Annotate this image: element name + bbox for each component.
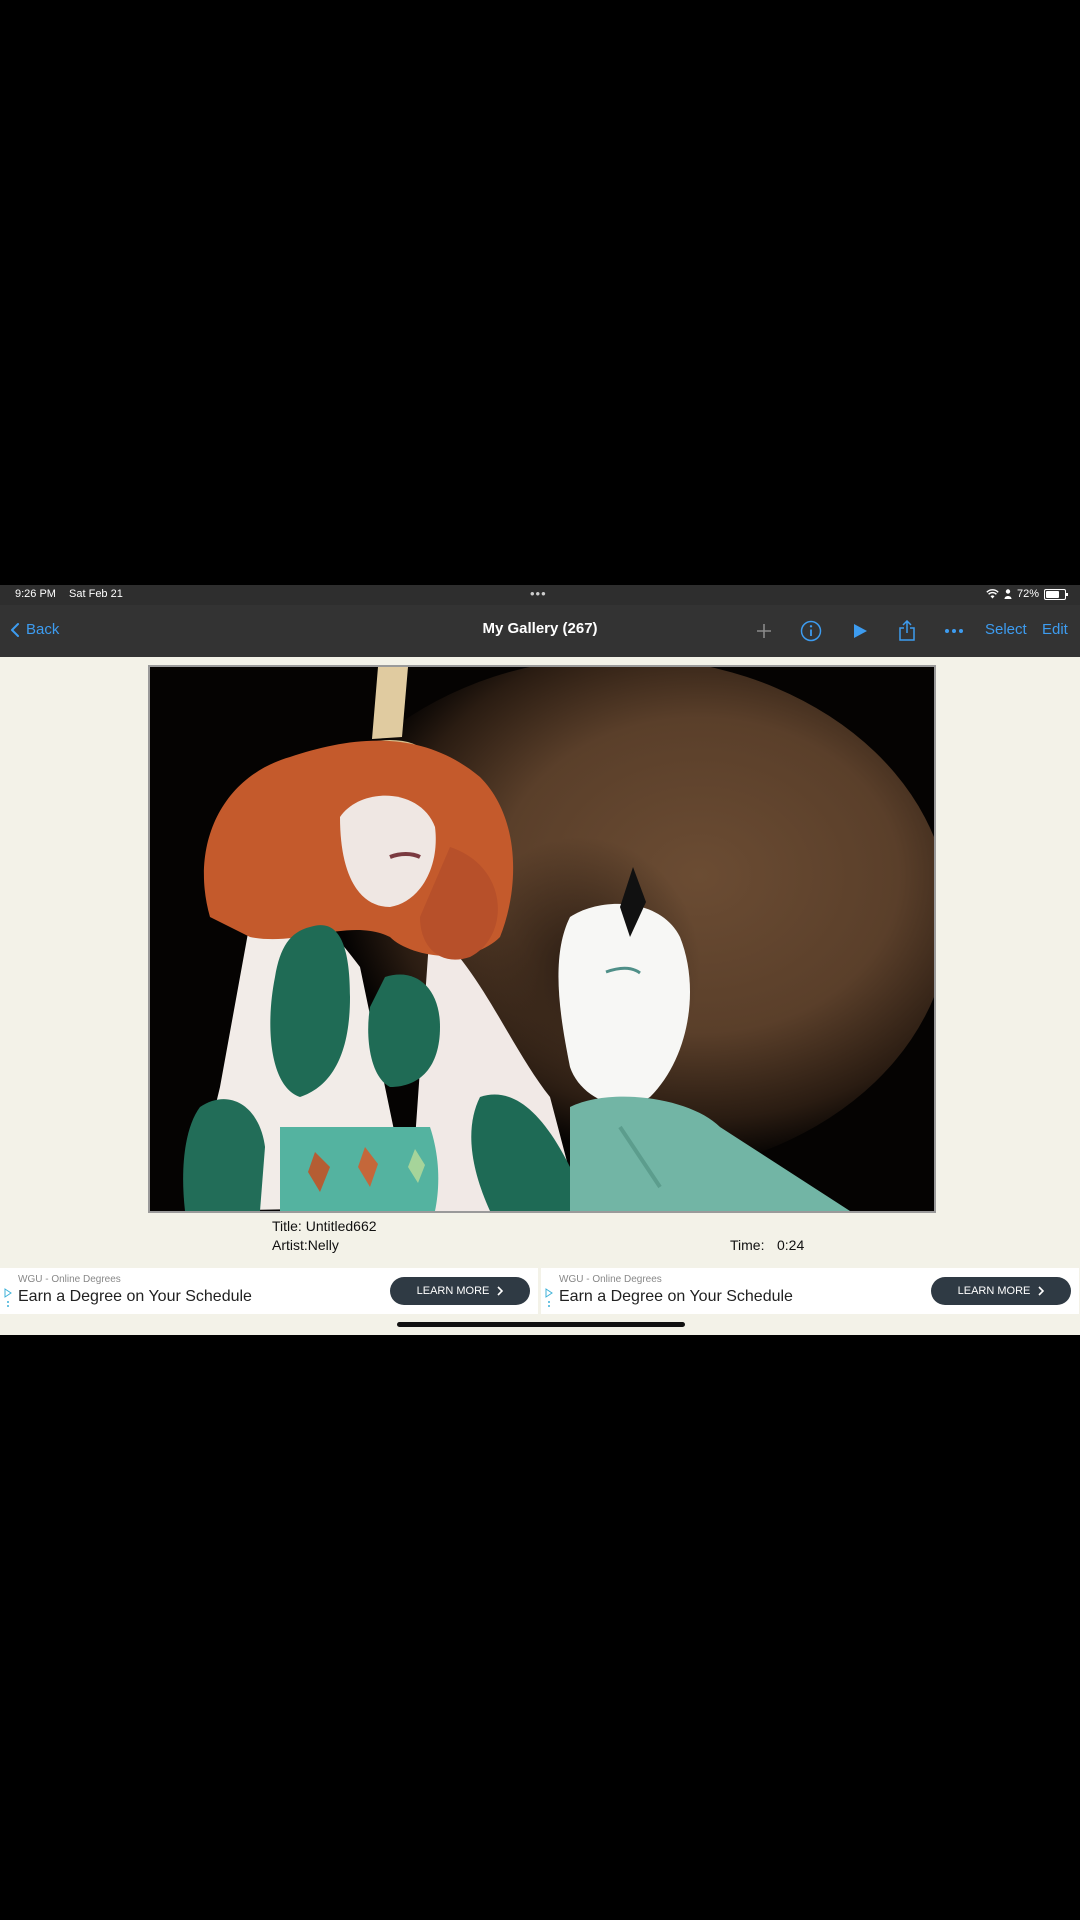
back-button[interactable]: Back [10,621,59,638]
multitasking-dots-icon[interactable]: ••• [530,586,547,601]
page-title: My Gallery (267) [482,620,598,637]
time-value: 0:24 [777,1237,805,1253]
artwork-painting [150,667,934,1211]
ad-sponsor: WGU - Online Degrees [18,1274,121,1285]
chevron-left-icon [11,622,19,637]
artwork-image[interactable] [148,665,936,1213]
ipad-screen: 9:26 PM Sat Feb 21 ••• 72% Back My Galle… [0,585,1080,1335]
learn-more-button[interactable]: LEARN MORE [390,1277,530,1305]
chevron-right-icon [497,1286,504,1296]
wifi-icon [986,589,999,599]
learn-more-label: LEARN MORE [957,1285,1031,1297]
back-label: Back [26,621,60,638]
artwork-artist: Artist:Nelly [272,1237,339,1253]
play-button[interactable] [849,617,871,645]
ad-sponsor: WGU - Online Degrees [559,1274,662,1285]
info-icon [800,620,822,642]
status-left: 9:26 PM Sat Feb 21 [15,588,133,600]
battery-percent: 72% [1016,588,1039,600]
ad-banner-row: WGU - Online Degrees Earn a Degree on Yo… [0,1268,1080,1314]
play-icon [854,624,867,638]
add-button[interactable] [753,617,775,645]
ad-banner[interactable]: WGU - Online Degrees Earn a Degree on Yo… [541,1268,1079,1314]
chevron-right-icon [1038,1286,1045,1296]
time-label: Time: [730,1237,765,1253]
select-button[interactable]: Select [985,621,1027,638]
adchoices-icon[interactable] [545,1288,553,1310]
ad-headline[interactable]: Earn a Degree on Your Schedule [559,1288,793,1306]
learn-more-button[interactable]: LEARN MORE [931,1277,1071,1305]
status-date: Sat Feb 21 [69,588,123,600]
info-button[interactable] [799,617,823,645]
status-time: 9:26 PM [15,588,56,600]
ad-headline[interactable]: Earn a Degree on Your Schedule [18,1288,252,1306]
battery-icon [1044,588,1068,600]
ad-banner[interactable]: WGU - Online Degrees Earn a Degree on Yo… [0,1268,538,1314]
share-button[interactable] [896,617,918,645]
learn-more-label: LEARN MORE [416,1285,490,1297]
plus-icon [757,624,771,638]
status-bar: 9:26 PM Sat Feb 21 ••• 72% [0,585,1080,605]
status-right: 72% [986,588,1068,600]
artwork-title: Title: Untitled662 [272,1218,377,1234]
adchoices-icon[interactable] [4,1288,12,1310]
more-icon [945,629,963,633]
edit-button[interactable]: Edit [1042,621,1068,638]
share-icon [899,620,915,641]
navigation-bar: Back My Gallery (267) Select Edit [0,605,1080,657]
person-icon [1004,589,1012,599]
more-button[interactable] [942,617,966,645]
home-indicator[interactable] [397,1322,685,1327]
